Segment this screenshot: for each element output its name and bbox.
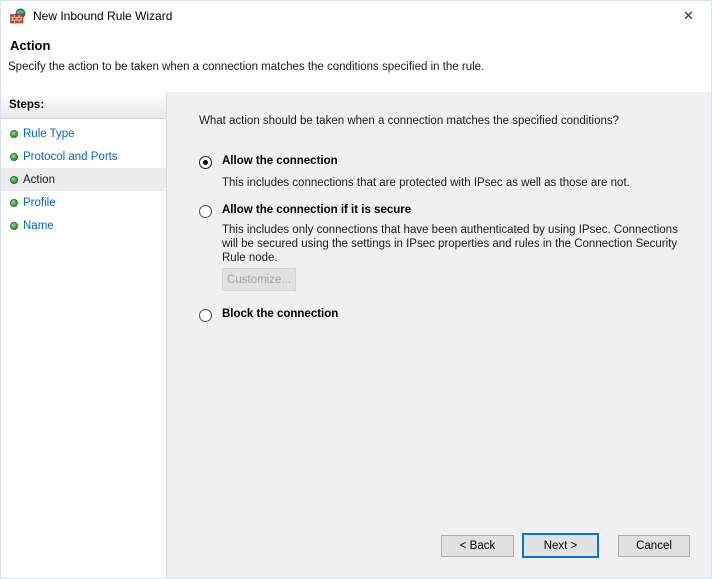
- step-bullet-icon: [10, 176, 18, 184]
- option-label: Allow the connection if it is secure: [222, 204, 687, 216]
- option-description: This includes only connections that have…: [222, 223, 687, 265]
- option-block-connection[interactable]: Block the connection: [199, 308, 687, 320]
- sidebar-item-label: Action: [23, 174, 55, 186]
- option-label: Allow the connection: [222, 155, 687, 167]
- sidebar-item-label: Profile: [23, 197, 56, 209]
- sidebar-item-protocol-and-ports[interactable]: Protocol and Ports: [1, 145, 166, 168]
- option-allow-if-secure[interactable]: Allow the connection if it is secure Thi…: [199, 204, 687, 291]
- back-button[interactable]: < Back: [441, 535, 514, 557]
- sidebar-item-profile[interactable]: Profile: [1, 191, 166, 214]
- close-button[interactable]: ✕: [666, 1, 711, 30]
- sidebar-item-label: Name: [23, 220, 54, 232]
- step-bullet-icon: [10, 222, 18, 230]
- radio-allow-if-secure[interactable]: [199, 205, 212, 218]
- radio-allow-connection[interactable]: [199, 156, 212, 169]
- sidebar-item-label: Rule Type: [23, 128, 75, 140]
- steps-list: Rule Type Protocol and Ports Action Prof…: [1, 122, 166, 237]
- page-subtitle: Specify the action to be taken when a co…: [8, 61, 484, 73]
- step-bullet-icon: [10, 199, 18, 207]
- step-bullet-icon: [10, 130, 18, 138]
- title-bar: New Inbound Rule Wizard ✕: [1, 1, 711, 31]
- option-allow-connection[interactable]: Allow the connection This includes conne…: [199, 155, 687, 190]
- question-text: What action should be taken when a conne…: [199, 115, 687, 127]
- sidebar-item-action[interactable]: Action: [1, 168, 166, 191]
- page-title: Action: [10, 38, 50, 53]
- content-area: Steps: Rule Type Protocol and Ports Acti…: [1, 92, 711, 578]
- sidebar-item-rule-type[interactable]: Rule Type: [1, 122, 166, 145]
- customize-button[interactable]: Customize...: [222, 268, 296, 291]
- firewall-icon: [10, 8, 26, 24]
- steps-sidebar: Steps: Rule Type Protocol and Ports Acti…: [1, 92, 167, 578]
- option-description: This includes connections that are prote…: [222, 176, 687, 190]
- next-button[interactable]: Next >: [522, 533, 599, 558]
- step-bullet-icon: [10, 153, 18, 161]
- sidebar-item-label: Protocol and Ports: [23, 151, 118, 163]
- steps-heading: Steps:: [1, 92, 166, 119]
- page-header: Action Specify the action to be taken wh…: [1, 31, 711, 92]
- option-label: Block the connection: [222, 308, 687, 320]
- radio-block-connection[interactable]: [199, 309, 212, 322]
- main-panel: What action should be taken when a conne…: [167, 92, 711, 578]
- cancel-button[interactable]: Cancel: [618, 535, 690, 557]
- wizard-dialog: New Inbound Rule Wizard ✕ Action Specify…: [0, 0, 712, 579]
- window-title: New Inbound Rule Wizard: [33, 9, 172, 23]
- sidebar-item-name[interactable]: Name: [1, 214, 166, 237]
